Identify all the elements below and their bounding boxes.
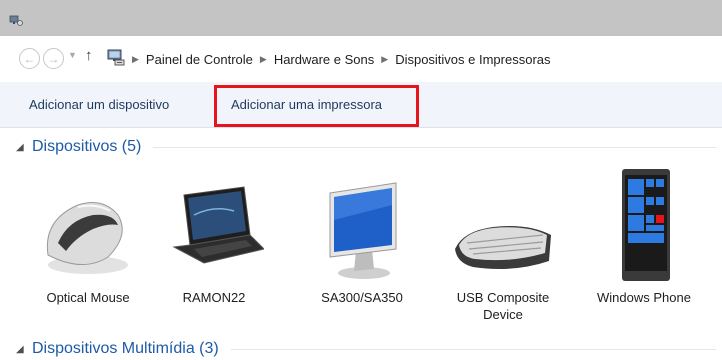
- chevron-down-icon[interactable]: ▼: [68, 50, 77, 60]
- add-printer-highlight: [214, 85, 419, 127]
- device-ramon22[interactable]: RAMON22: [154, 165, 274, 325]
- phone-icon: [622, 169, 670, 281]
- chevron-right-icon[interactable]: ▶: [132, 54, 139, 65]
- device-sa300-sa350[interactable]: SA300/SA350: [302, 165, 422, 325]
- device-label: Optical Mouse: [46, 290, 130, 305]
- group-header-dispositivos[interactable]: ◢ Dispositivos (5): [16, 136, 716, 158]
- group-title: Dispositivos (5): [32, 138, 142, 155]
- breadcrumb-hardware-e-sons[interactable]: Hardware e Sons: [274, 52, 374, 67]
- device-label: USB Composite Device: [456, 290, 550, 322]
- laptop-icon: [172, 186, 264, 264]
- device-label: Windows Phone: [597, 290, 691, 305]
- title-bar: [0, 0, 722, 36]
- up-arrow-icon[interactable]: ↑: [85, 47, 93, 64]
- group-header-dispositivos-multimidia[interactable]: ◢ Dispositivos Multimídia (3): [16, 338, 716, 360]
- breadcrumb-painel-de-controle[interactable]: Painel de Controle: [146, 52, 253, 67]
- group-divider: [153, 146, 716, 148]
- address-bar: ← → ▼ ↑ ▶ Painel de Controle ▶ Hardware …: [0, 36, 722, 82]
- collapse-triangle-icon[interactable]: ◢: [16, 142, 30, 153]
- forward-arrow-icon[interactable]: →: [43, 48, 64, 69]
- chevron-right-icon[interactable]: ▶: [260, 54, 267, 65]
- breadcrumb: ▶ Painel de Controle ▶ Hardware e Sons ▶…: [132, 50, 551, 68]
- devices-printers-icon[interactable]: [9, 14, 23, 32]
- device-label: RAMON22: [182, 290, 246, 305]
- control-panel-icon: [106, 47, 126, 72]
- add-device-button[interactable]: Adicionar um dispositivo: [29, 97, 169, 112]
- breadcrumb-dispositivos-e-impressoras[interactable]: Dispositivos e Impressoras: [395, 52, 550, 67]
- monitor-icon: [329, 182, 397, 279]
- device-usb-composite[interactable]: USB Composite Device: [443, 165, 563, 325]
- group-title: Dispositivos Multimídia (3): [32, 340, 219, 357]
- chevron-right-icon[interactable]: ▶: [381, 54, 388, 65]
- group-divider: [230, 348, 716, 350]
- device-windows-phone[interactable]: Windows Phone: [584, 165, 704, 325]
- back-arrow-icon[interactable]: ←: [19, 48, 40, 69]
- keyboard-icon: [455, 226, 551, 269]
- device-label: SA300/SA350: [321, 290, 403, 305]
- mouse-icon: [46, 202, 128, 274]
- device-optical-mouse[interactable]: Optical Mouse: [28, 165, 148, 325]
- collapse-triangle-icon[interactable]: ◢: [16, 344, 30, 355]
